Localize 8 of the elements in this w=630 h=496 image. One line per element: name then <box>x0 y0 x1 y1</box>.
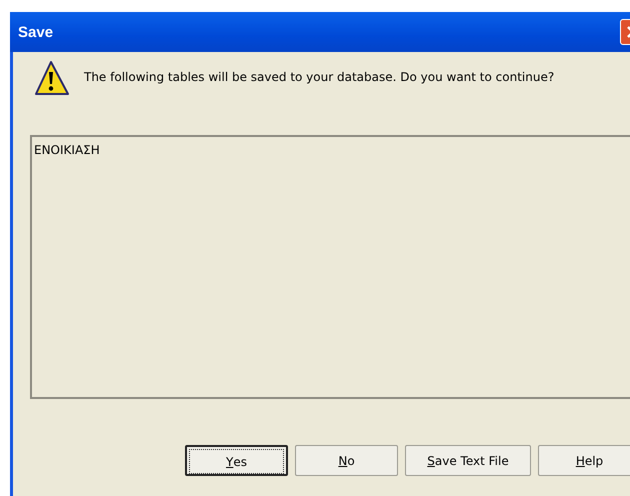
window-title: Save <box>18 24 54 40</box>
warning-icon <box>32 60 70 98</box>
dialog-button[interactable]: No <box>295 445 398 476</box>
table-name: ΕΝΟΙΚΙΑΣΗ <box>34 143 101 157</box>
message-text: The following tables will be saved to your database. Do you want to continue? <box>84 70 554 84</box>
dialog-button[interactable]: Yes <box>185 445 288 476</box>
dialog-button[interactable]: Save Text File <box>405 445 531 476</box>
dialog-button[interactable]: Help <box>538 445 630 476</box>
